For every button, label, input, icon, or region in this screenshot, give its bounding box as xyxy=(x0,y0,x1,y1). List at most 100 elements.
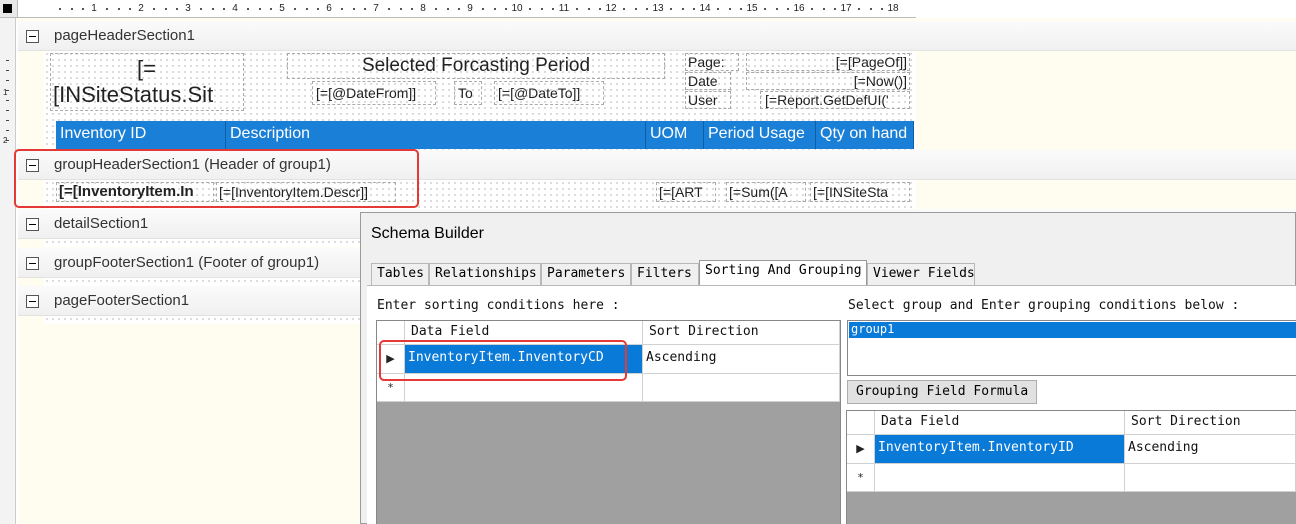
ruler-tick xyxy=(505,8,508,10)
ruler-label: 12 xyxy=(605,3,617,14)
group-header-band[interactable]: [=[InventoryItem.In [=[InventoryItem.Des… xyxy=(44,180,916,209)
section-name: groupHeaderSection1 (Header of group1) xyxy=(54,156,331,173)
sort-direction-cell[interactable]: Ascending xyxy=(1125,435,1296,464)
ruler-label: 13 xyxy=(652,3,664,14)
ruler-tick xyxy=(693,8,696,10)
schema-builder-dialog[interactable]: Schema Builder Tables Relationships Para… xyxy=(360,212,1296,524)
ruler-tick xyxy=(6,130,9,131)
date-to-field[interactable]: [=[@DateTo]] xyxy=(494,81,604,105)
user-label[interactable]: User xyxy=(685,91,731,109)
table-row[interactable]: ▶ InventoryItem.InventoryID Ascending xyxy=(847,435,1296,464)
group-list[interactable]: group1 xyxy=(847,320,1296,376)
tab-filters[interactable]: Filters xyxy=(631,263,699,285)
ruler-tick xyxy=(869,8,872,10)
ruler-tick xyxy=(6,110,9,111)
ruler-label: 5 xyxy=(279,3,285,14)
column-header-sort-direction[interactable]: Sort Direction xyxy=(1125,411,1296,435)
site-status-line1: [= xyxy=(137,56,156,81)
data-field-cell[interactable] xyxy=(875,464,1125,492)
page-label[interactable]: Page: xyxy=(685,53,739,71)
ruler-tick xyxy=(728,8,731,10)
current-row-arrow-icon: ▶ xyxy=(377,345,405,374)
user-value[interactable]: [=Report.GetDefUI(' xyxy=(760,91,910,109)
inventory-id-field[interactable]: [=[InventoryItem.In xyxy=(56,182,214,202)
column-header-data-field[interactable]: Data Field xyxy=(875,411,1125,435)
column-header-data-field[interactable]: Data Field xyxy=(405,321,643,345)
section-name: detailSection1 xyxy=(54,215,149,232)
page-header-section-bar[interactable]: pageHeaderSection1 xyxy=(18,21,1296,51)
date-label[interactable]: Date xyxy=(685,72,731,90)
collapse-icon[interactable] xyxy=(26,30,39,43)
ruler-tick xyxy=(152,8,155,10)
grid-corner xyxy=(377,321,405,345)
period-usage-field[interactable]: [=Sum([A xyxy=(726,182,806,202)
sort-direction-cell[interactable] xyxy=(1125,464,1296,492)
tab-viewer-fields[interactable]: Viewer Fields xyxy=(867,263,975,285)
ruler-tick xyxy=(622,8,625,10)
page-header-band[interactable]: [= [INSiteStatus.Sit Selected Forcasting… xyxy=(44,51,916,150)
ruler-label: 10 xyxy=(511,3,523,14)
dialog-title: Schema Builder xyxy=(371,225,484,242)
ruler-label: 4 xyxy=(232,3,238,14)
data-field-cell[interactable] xyxy=(405,374,643,402)
description-field[interactable]: [=[InventoryItem.Descr]] xyxy=(216,182,396,202)
ruler-label: 1 xyxy=(3,88,8,97)
group-list-item[interactable]: group1 xyxy=(849,322,1296,338)
qty-on-hand-field[interactable]: [=[INSiteSta xyxy=(810,182,910,202)
column-header-sort-direction[interactable]: Sort Direction xyxy=(643,321,840,345)
ruler-tick xyxy=(82,8,85,10)
column-header-inventory-id[interactable]: Inventory ID xyxy=(56,121,226,149)
ruler-tick xyxy=(587,8,590,10)
ruler-label: 16 xyxy=(793,3,805,14)
select-all-icon xyxy=(3,4,12,13)
page-value[interactable]: [=[PageOf]] xyxy=(746,53,910,71)
tab-tables[interactable]: Tables xyxy=(371,263,429,285)
data-field-cell[interactable]: InventoryItem.InventoryID xyxy=(875,435,1125,464)
tab-parameters[interactable]: Parameters xyxy=(541,263,631,285)
ruler-tick xyxy=(575,8,578,10)
sort-prompt: Enter sorting conditions here : xyxy=(377,298,620,313)
tab-relationships[interactable]: Relationships xyxy=(429,263,541,285)
ruler-label: 3 xyxy=(185,3,191,14)
ruler-tick xyxy=(681,8,684,10)
date-from-field[interactable]: [=[@DateFrom]] xyxy=(312,81,436,105)
ruler-tick xyxy=(458,8,461,10)
group-conditions-grid[interactable]: Data Field Sort Direction ▶ InventoryIte… xyxy=(846,410,1296,524)
ruler-label: 15 xyxy=(746,3,758,14)
section-name: groupFooterSection1 (Footer of group1) xyxy=(54,254,320,271)
ruler-tick xyxy=(387,8,390,10)
new-row[interactable]: * xyxy=(847,464,1296,492)
to-label[interactable]: To xyxy=(454,81,482,105)
column-header-period-usage[interactable]: Period Usage xyxy=(704,121,816,149)
group-header-section-bar[interactable]: groupHeaderSection1 (Header of group1) xyxy=(18,150,1296,180)
collapse-icon[interactable] xyxy=(26,159,39,172)
sort-direction-cell[interactable]: Ascending xyxy=(643,345,840,374)
ruler-tick xyxy=(740,8,743,10)
collapse-icon[interactable] xyxy=(26,257,39,270)
column-header-qty-on-hand[interactable]: Qty on hand xyxy=(816,121,914,149)
column-header-uom[interactable]: UOM xyxy=(646,121,704,149)
collapse-icon[interactable] xyxy=(26,295,39,308)
table-row[interactable]: ▶ InventoryItem.InventoryCD Ascending xyxy=(377,345,840,374)
sort-direction-cell[interactable] xyxy=(643,374,840,402)
group-prompt: Select group and Enter grouping conditio… xyxy=(848,298,1240,313)
date-value[interactable]: [=Now()] xyxy=(746,72,910,90)
ruler-corner[interactable] xyxy=(0,0,18,18)
ruler-tick xyxy=(646,8,649,10)
site-status-field[interactable]: [= [INSiteStatus.Sit xyxy=(50,53,244,111)
tab-sorting-and-grouping[interactable]: Sorting And Grouping xyxy=(699,260,867,285)
grouping-field-formula-button[interactable]: Grouping Field Formula xyxy=(847,380,1038,404)
ruler-tick xyxy=(211,8,214,10)
report-title[interactable]: Selected Forcasting Period xyxy=(287,53,665,79)
ruler-tick xyxy=(223,8,226,10)
sort-conditions-grid[interactable]: Data Field Sort Direction ▶ InventoryIte… xyxy=(376,320,841,524)
new-row[interactable]: * xyxy=(377,374,840,402)
ruler-tick xyxy=(6,120,9,121)
column-header-description[interactable]: Description xyxy=(226,121,646,149)
ruler-tick xyxy=(6,80,9,81)
data-field-cell[interactable]: InventoryItem.InventoryCD xyxy=(405,345,643,374)
ruler-tick xyxy=(6,60,9,61)
ruler-tick xyxy=(58,8,61,10)
collapse-icon[interactable] xyxy=(26,218,39,231)
uom-field[interactable]: [=[ART xyxy=(656,182,716,202)
